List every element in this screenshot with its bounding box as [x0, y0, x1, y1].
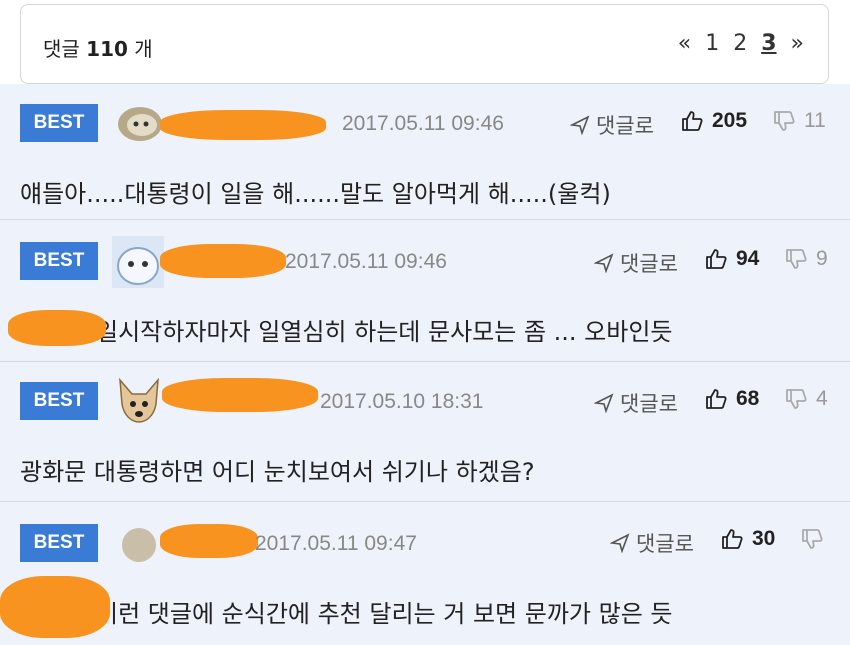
thumbs-up-icon	[722, 529, 743, 549]
pagination: « 1 2 3 »	[664, 31, 804, 56]
like-count: 205	[712, 109, 748, 132]
avatar	[116, 104, 164, 144]
thumbs-down-icon	[774, 111, 795, 131]
best-badge: BEST	[20, 524, 98, 562]
redacted-text	[8, 310, 106, 346]
pagination-prev[interactable]: «	[678, 31, 691, 56]
avatar	[122, 528, 156, 562]
comment-text: 일시작하자마자 일열심히 하는데 문사모는 좀 ... 오바인듯	[96, 318, 673, 346]
thumbs-up-icon	[682, 111, 703, 131]
dislike-count: 4	[816, 387, 828, 410]
dislike-button[interactable]	[800, 527, 832, 551]
reply-label: 댓글로	[620, 252, 678, 276]
thumbs-up-icon	[706, 249, 727, 269]
reply-button[interactable]: 댓글로	[570, 110, 654, 140]
best-badge: BEST	[20, 382, 98, 420]
comment-date: 2017.05.11 09:47	[255, 532, 417, 555]
comment-count-prefix: 댓글	[43, 37, 80, 61]
dislike-button[interactable]: 9	[784, 247, 828, 271]
comment-date: 2017.05.11 09:46	[342, 112, 504, 135]
thumbs-down-icon	[802, 529, 823, 549]
pagination-page-3[interactable]: 3	[761, 31, 776, 56]
thumbs-up-icon	[706, 389, 727, 409]
send-icon	[610, 533, 630, 553]
send-icon	[570, 115, 590, 135]
comment-text: 이런 댓글에 순식간에 추천 달리는 거 보면 문까가 많은 듯	[96, 600, 673, 628]
reply-label: 댓글로	[636, 532, 694, 556]
like-count: 68	[736, 387, 760, 410]
reply-label: 댓글로	[596, 114, 654, 138]
reply-button[interactable]: 댓글로	[610, 528, 694, 558]
like-button[interactable]: 94	[704, 247, 759, 271]
like-count: 30	[752, 527, 776, 550]
like-count: 94	[736, 247, 760, 270]
redacted-username	[160, 110, 326, 140]
reply-button[interactable]: 댓글로	[594, 388, 678, 418]
dislike-button[interactable]: 11	[772, 109, 826, 133]
redacted-text	[0, 576, 110, 638]
comment-text: 얘들아.....대통령이 일을 해......말도 알아먹게 해.....(울컥…	[20, 180, 611, 208]
comment-count-value: 110	[86, 37, 128, 61]
comment-item: BEST 2017.05.10 18:31 댓글로 68 4 광화문 대통령하면…	[0, 362, 850, 502]
dislike-button[interactable]: 4	[784, 387, 828, 411]
dislike-count: 11	[804, 109, 826, 132]
send-icon	[594, 393, 614, 413]
comment-item: BEST 2017.05.11 09:46 댓글로 205 11 얘들아....…	[0, 84, 850, 220]
comment-count-suffix: 개	[134, 37, 153, 61]
dislike-count: 9	[816, 247, 828, 270]
comment-item: BEST 2017.05.11 09:46 댓글로 94 9 일시작하자마자 일…	[0, 220, 850, 362]
redacted-username	[162, 378, 318, 412]
avatar	[112, 236, 164, 288]
pagination-next[interactable]: »	[791, 31, 804, 56]
comment-date: 2017.05.11 09:46	[285, 250, 447, 273]
pagination-page-1[interactable]: 1	[705, 31, 719, 56]
redacted-username	[160, 244, 286, 278]
comment-date: 2017.05.10 18:31	[320, 390, 484, 413]
best-badge: BEST	[20, 104, 98, 142]
redacted-username	[160, 524, 258, 558]
reply-label: 댓글로	[620, 392, 678, 416]
send-icon	[594, 253, 614, 273]
thumbs-down-icon	[786, 389, 807, 409]
like-button[interactable]: 205	[680, 109, 747, 133]
comment-item: BEST 2017.05.11 09:47 댓글로 30 이런 댓글에 순식간에…	[0, 502, 850, 645]
like-button[interactable]: 30	[720, 527, 775, 551]
reply-button[interactable]: 댓글로	[594, 248, 678, 278]
comment-count: 댓글 110 개	[43, 33, 153, 62]
comment-header: 댓글 110 개 « 1 2 3 »	[20, 4, 829, 84]
best-badge: BEST	[20, 242, 98, 280]
comment-text: 광화문 대통령하면 어디 눈치보여서 쉬기나 하겠음?	[20, 458, 535, 486]
like-button[interactable]: 68	[704, 387, 759, 411]
thumbs-down-icon	[786, 249, 807, 269]
pagination-page-2[interactable]: 2	[733, 31, 747, 56]
avatar	[114, 376, 164, 426]
